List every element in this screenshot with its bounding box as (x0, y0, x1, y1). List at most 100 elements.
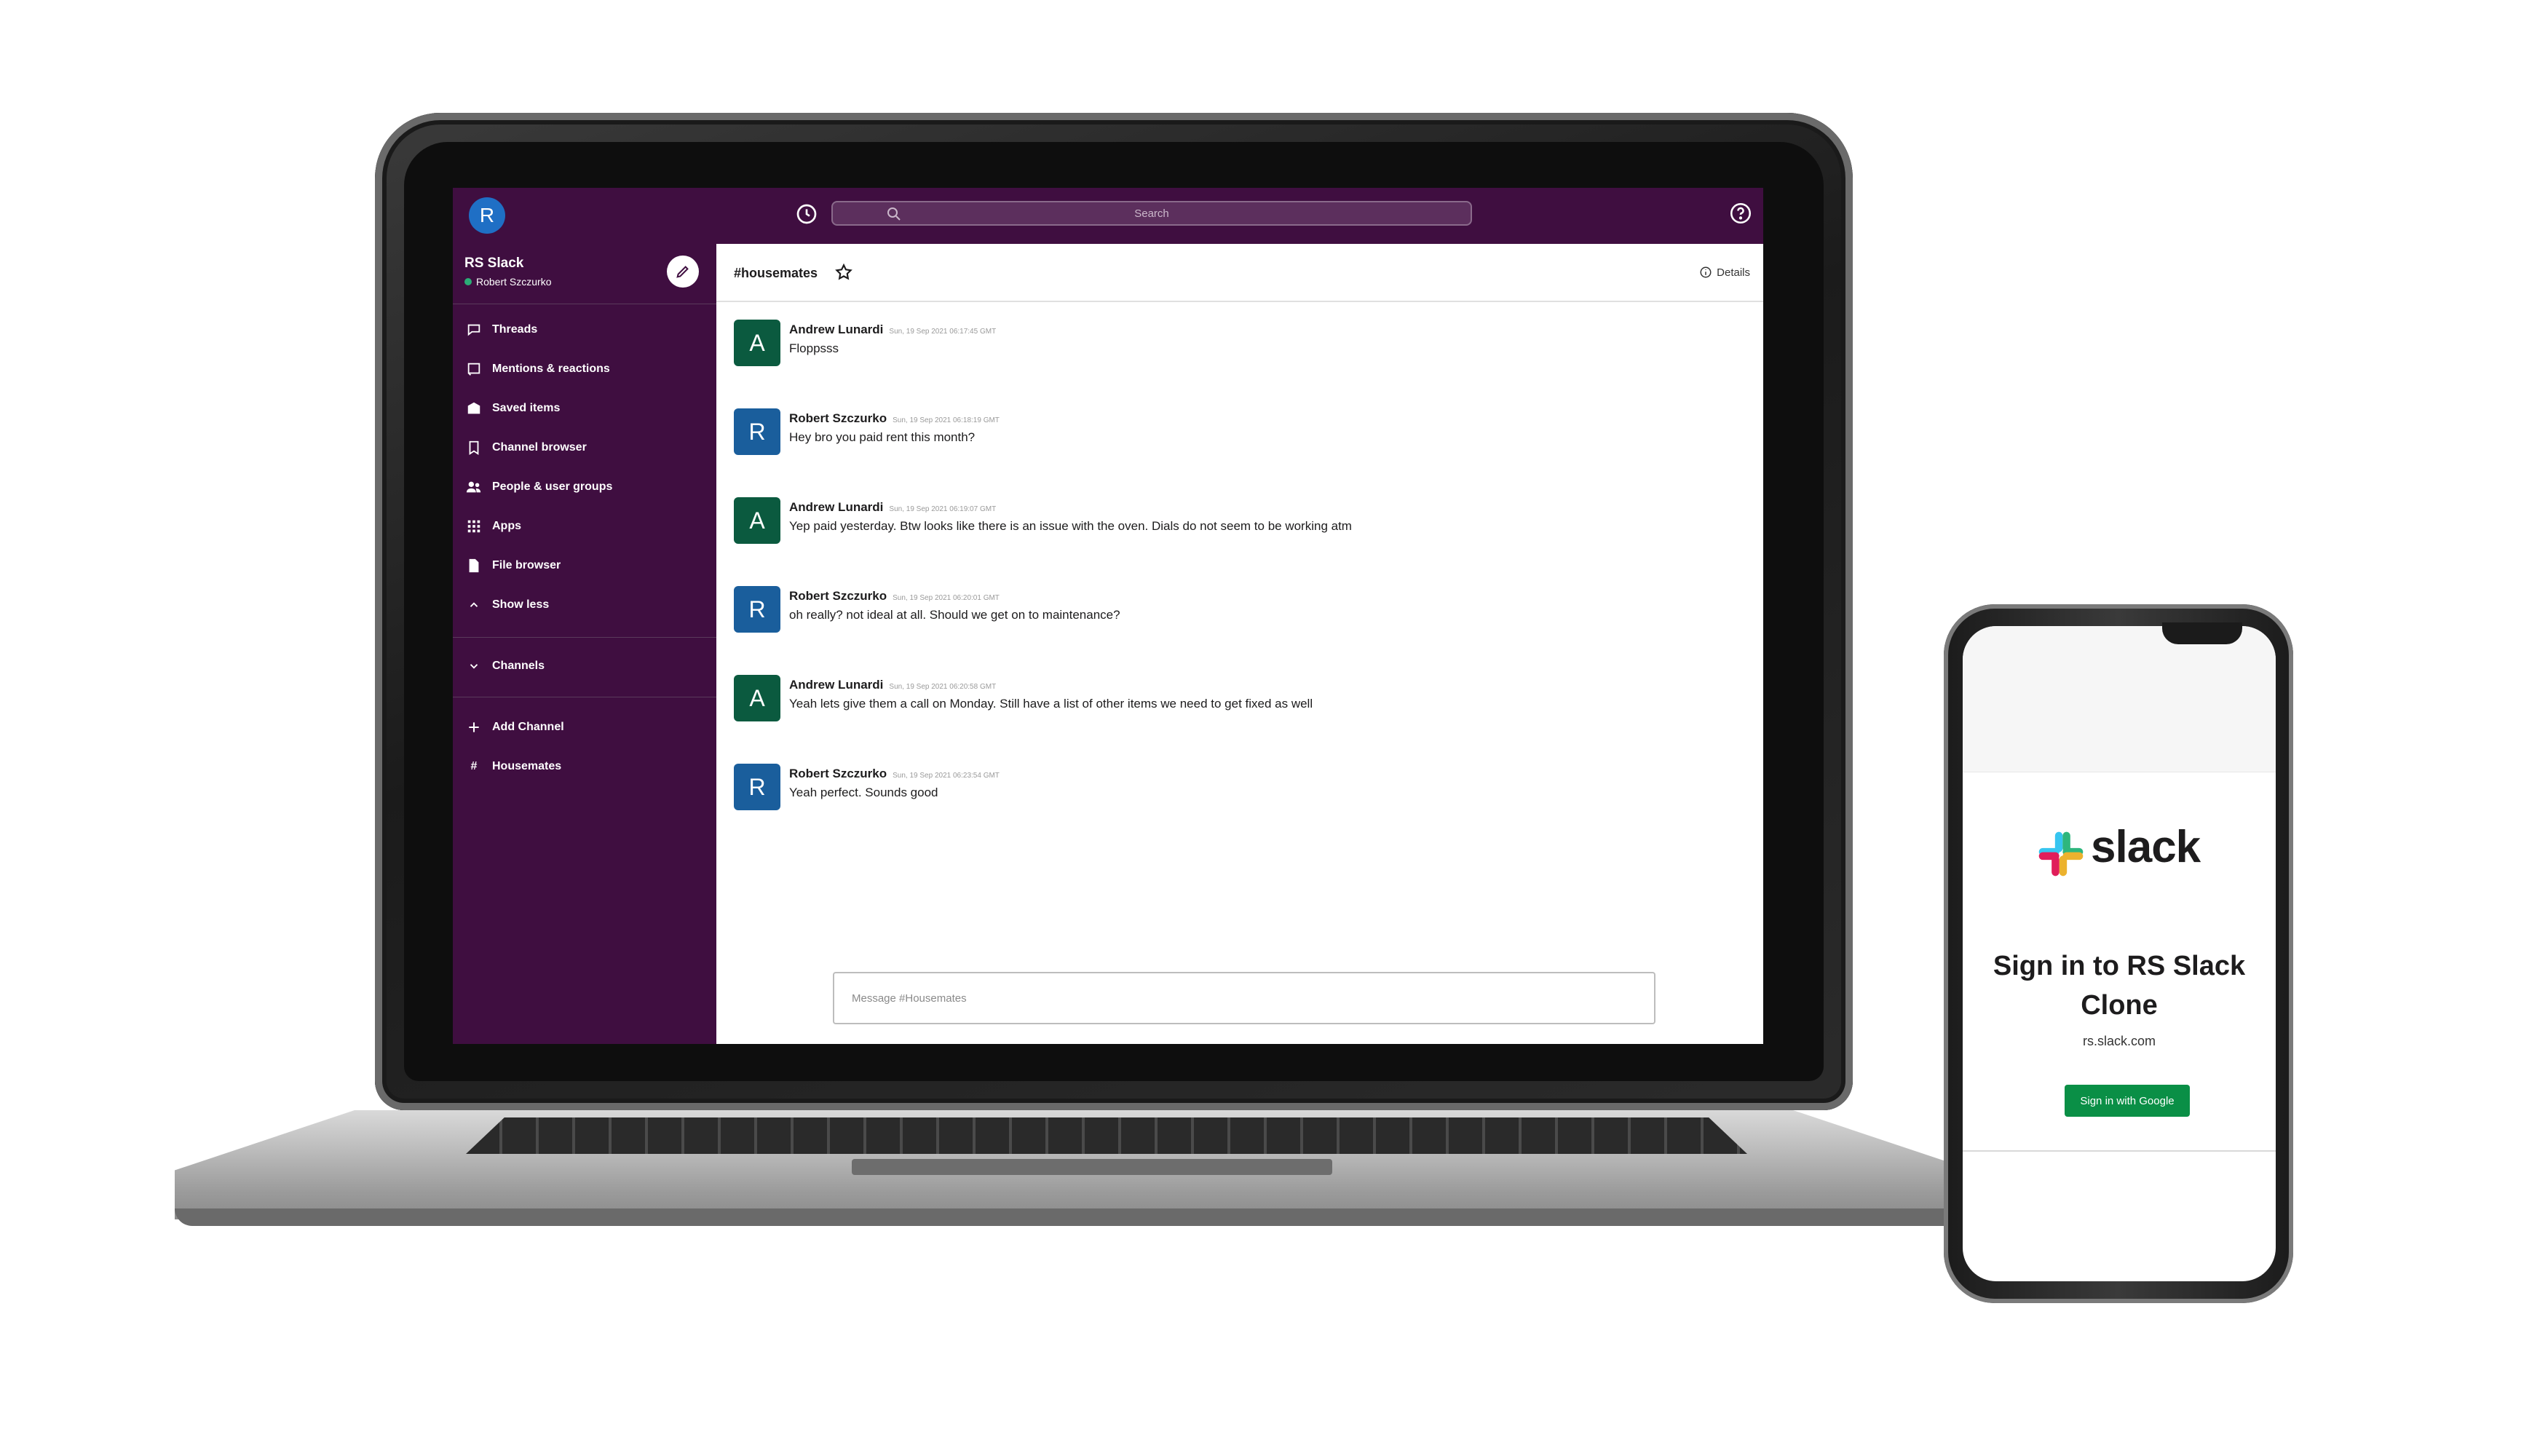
file-icon (466, 558, 482, 574)
add-channel-label: Add Channel (492, 721, 564, 733)
sidebar-item-people[interactable]: People & user groups (466, 472, 706, 502)
add-channel-button[interactable]: Add Channel (466, 713, 706, 742)
sidebar-item-label: Show less (492, 598, 550, 611)
message-author[interactable]: Andrew Lunardi (789, 678, 883, 692)
message-author-row: Andrew Lunardi Sun, 19 Sep 2021 06:20:58 … (789, 678, 996, 692)
message-timestamp: Sun, 19 Sep 2021 06:20:58 GMT (889, 683, 997, 691)
search-bar[interactable]: Search (831, 201, 1472, 226)
message-avatar[interactable]: R (734, 764, 780, 810)
main-pane: #housemates Details A Andrew Lunardi Sun, … (716, 244, 1763, 1044)
message-author-row: Robert Szczurko Sun, 19 Sep 2021 06:23:54… (789, 767, 1000, 781)
channel-title[interactable]: #housemates (734, 266, 818, 281)
message-timestamp: Sun, 19 Sep 2021 06:17:45 GMT (889, 328, 997, 336)
message-text: Floppsss (789, 341, 839, 355)
sidebar-item-label: Mentions & reactions (492, 363, 610, 375)
message-author[interactable]: Robert Szczurko (789, 767, 887, 780)
slack-logo-icon (2035, 828, 2086, 879)
sidebar-item-channel-housemates[interactable]: # Housemates (466, 752, 706, 781)
compose-button[interactable] (667, 256, 699, 288)
channel-name: Housemates (492, 760, 562, 772)
sidebar-item-file-browser[interactable]: File browser (466, 551, 706, 580)
sidebar-item-label: Saved items (492, 402, 561, 414)
sidebar-item-channel-browser[interactable]: Channel browser (466, 433, 706, 462)
channels-label: Channels (492, 660, 545, 672)
sidebar-item-show-less[interactable]: Show less (466, 590, 706, 620)
sidebar-item-label: Apps (492, 520, 521, 532)
laptop-screen: R Search RS Slack Robert Szczurko Thread… (453, 188, 1763, 1044)
laptop-keyboard (466, 1117, 1747, 1154)
channel-header: #housemates Details (716, 244, 1763, 302)
sidebar-item-threads[interactable]: Threads (466, 315, 706, 344)
message-author-row: Robert Szczurko Sun, 19 Sep 2021 06:18:19… (789, 411, 1000, 426)
message-author-row: Robert Szczurko Sun, 19 Sep 2021 06:20:01… (789, 589, 1000, 604)
workspace-name[interactable]: RS Slack (464, 256, 523, 272)
details-button[interactable]: Details (1699, 266, 1750, 279)
message-input[interactable]: Message #Housemates (833, 972, 1655, 1024)
star-icon[interactable] (834, 263, 853, 282)
top-bar: R Search (453, 188, 1763, 244)
message-author[interactable]: Andrew Lunardi (789, 500, 883, 514)
message-row[interactable]: R Robert Szczurko Sun, 19 Sep 2021 06:18:1… (734, 408, 1738, 459)
sidebar: RS Slack Robert Szczurko Threads Mention… (453, 244, 716, 1044)
signin-title: Sign in to RS Slack Clone (1993, 951, 2246, 1021)
message-timestamp: Sun, 19 Sep 2021 06:20:01 GMT (893, 594, 1000, 602)
sidebar-item-apps[interactable]: Apps (466, 512, 706, 541)
message-avatar[interactable]: R (734, 408, 780, 455)
people-icon (466, 479, 482, 495)
phone-notch (2162, 622, 2242, 644)
chevron-up-icon (466, 597, 482, 613)
pencil-icon (676, 266, 689, 278)
message-row[interactable]: R Robert Szczurko Sun, 19 Sep 2021 06:20:0… (734, 586, 1738, 637)
laptop-foot (175, 1208, 1973, 1226)
message-avatar[interactable]: R (734, 586, 780, 633)
message-row[interactable]: A Andrew Lunardi Sun, 19 Sep 2021 06:20:58… (734, 675, 1738, 726)
workspace-domain: rs.slack.com (2082, 1034, 2156, 1048)
sidebar-divider (453, 637, 716, 638)
message-timestamp: Sun, 19 Sep 2021 06:23:54 GMT (893, 772, 1000, 780)
hash-icon: # (470, 760, 478, 772)
message-text: oh really? not ideal at all. Should we g… (789, 608, 1120, 622)
sidebar-item-mentions[interactable]: Mentions & reactions (466, 355, 706, 384)
help-icon[interactable] (1728, 201, 1753, 226)
workspace-user-name: Robert Szczurko (476, 276, 552, 288)
sidebar-item-saved[interactable]: Saved items (466, 394, 706, 423)
message-timestamp: Sun, 19 Sep 2021 06:18:19 GMT (893, 416, 1000, 424)
search-placeholder: Search (1134, 207, 1169, 220)
message-text: Yeah lets give them a call on Monday. St… (789, 697, 1313, 711)
plus-icon (466, 719, 482, 735)
message-row[interactable]: R Robert Szczurko Sun, 19 Sep 2021 06:23:5… (734, 764, 1738, 815)
online-status-icon (464, 278, 472, 285)
info-icon (1700, 266, 1712, 278)
history-clock-icon[interactable] (795, 202, 818, 226)
message-avatar[interactable]: A (734, 320, 780, 366)
message-author-row: Andrew Lunardi Sun, 19 Sep 2021 06:19:07 … (789, 500, 996, 515)
message-row[interactable]: A Andrew Lunardi Sun, 19 Sep 2021 06:19:07… (734, 497, 1738, 548)
message-text: Hey bro you paid rent this month? (789, 430, 976, 444)
search-icon (885, 205, 903, 223)
laptop-trackpad (852, 1159, 1332, 1175)
message-author[interactable]: Robert Szczurko (789, 411, 887, 425)
google-signin-button[interactable]: Sign in with Google (2065, 1085, 2190, 1117)
message-author[interactable]: Andrew Lunardi (789, 323, 883, 336)
bookmark-icon (466, 440, 482, 456)
user-avatar[interactable]: R (469, 197, 505, 234)
channels-section-toggle[interactable]: Channels (466, 652, 706, 681)
message-avatar[interactable]: A (734, 675, 780, 721)
workspace-user: Robert Szczurko (464, 276, 551, 288)
message-author-row: Andrew Lunardi Sun, 19 Sep 2021 06:17:45 … (789, 323, 996, 337)
message-avatar[interactable]: A (734, 497, 780, 544)
message-row[interactable]: A Andrew Lunardi Sun, 19 Sep 2021 06:17:45… (734, 320, 1738, 371)
message-text: Yeah perfect. Sounds good (789, 786, 938, 799)
phone-status-area (1963, 626, 2276, 772)
mentions-icon (466, 361, 482, 377)
sidebar-item-label: Threads (492, 323, 538, 336)
sidebar-item-label: File browser (492, 559, 561, 571)
phone-screen: slack Sign in to RS Slack Clone rs.slack… (1963, 626, 2276, 1281)
sidebar-item-label: Channel browser (492, 441, 587, 454)
message-text: Yep paid yesterday. Btw looks like there… (789, 519, 1352, 533)
message-author[interactable]: Robert Szczurko (789, 589, 887, 603)
threads-icon (466, 322, 482, 338)
saved-icon (466, 400, 482, 416)
apps-grid-icon (466, 518, 482, 534)
sidebar-item-label: People & user groups (492, 480, 613, 493)
